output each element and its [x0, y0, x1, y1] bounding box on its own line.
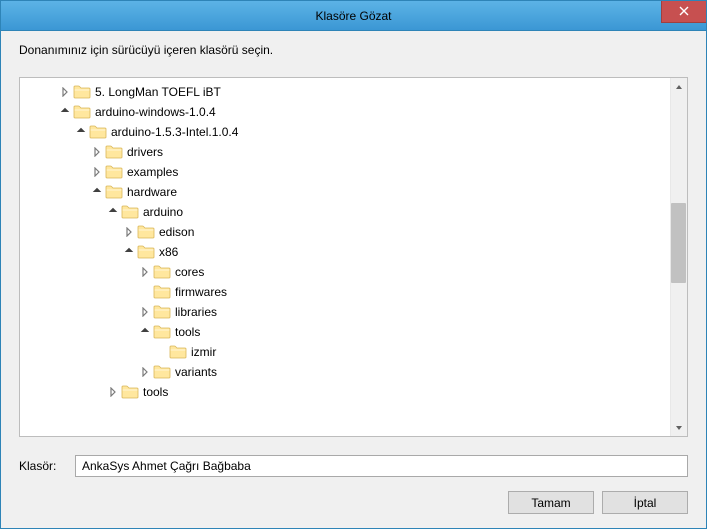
chevron-down-icon[interactable] — [58, 105, 72, 119]
tree-item-label: firmwares — [175, 285, 227, 299]
chevron-down-icon[interactable] — [138, 325, 152, 339]
tree-item-label: edison — [159, 225, 194, 239]
chevron-down-icon[interactable] — [106, 205, 120, 219]
folder-icon — [105, 144, 123, 160]
scrollbar-thumb[interactable] — [671, 203, 686, 283]
tree-item[interactable]: hardware — [22, 182, 687, 202]
cancel-button[interactable]: İptal — [602, 491, 688, 514]
folder-icon — [105, 164, 123, 180]
tree-item-label: tools — [143, 385, 168, 399]
folder-icon — [89, 124, 107, 140]
folder-icon — [153, 284, 171, 300]
chevron-down-icon[interactable] — [74, 125, 88, 139]
tree-item-label: examples — [127, 165, 178, 179]
tree-item-label: cores — [175, 265, 204, 279]
tree-item-label: izmir — [191, 345, 216, 359]
dialog-window: Klasöre Gözat Donanımınız için sürücüyü … — [0, 0, 707, 529]
folder-field-label: Klasör: — [19, 459, 63, 473]
folder-icon — [137, 224, 155, 240]
tree-item-label: arduino-windows-1.0.4 — [95, 105, 216, 119]
chevron-right-icon[interactable] — [138, 265, 152, 279]
close-icon — [679, 4, 689, 19]
tree-item[interactable]: drivers — [22, 142, 687, 162]
tree-item-label: arduino — [143, 205, 183, 219]
tree-item[interactable]: tools — [22, 382, 687, 402]
folder-icon — [105, 184, 123, 200]
tree-item[interactable]: arduino — [22, 202, 687, 222]
chevron-right-icon[interactable] — [138, 365, 152, 379]
tree-item-label: tools — [175, 325, 200, 339]
dialog-body: Donanımınız için sürücüyü içeren klasörü… — [1, 31, 706, 528]
folder-icon — [73, 104, 91, 120]
tree-item-label: arduino-1.5.3-Intel.1.0.4 — [111, 125, 238, 139]
instruction-text: Donanımınız için sürücüyü içeren klasörü… — [19, 43, 688, 57]
tree-item[interactable]: libraries — [22, 302, 687, 322]
expander-spacer — [138, 285, 152, 299]
folder-tree-container: 5. LongMan TOEFL iBT arduino-windows-1.0.… — [19, 77, 688, 437]
tree-item[interactable]: cores — [22, 262, 687, 282]
chevron-down-icon[interactable] — [122, 245, 136, 259]
tree-item-label: hardware — [127, 185, 177, 199]
tree-item[interactable]: variants — [22, 362, 687, 382]
folder-field-row: Klasör: — [19, 455, 688, 477]
chevron-right-icon[interactable] — [138, 305, 152, 319]
folder-icon — [121, 204, 139, 220]
tree-item[interactable]: examples — [22, 162, 687, 182]
folder-icon — [137, 244, 155, 260]
tree-item[interactable]: edison — [22, 222, 687, 242]
chevron-right-icon[interactable] — [106, 385, 120, 399]
scroll-down-arrow-icon[interactable] — [670, 419, 687, 436]
folder-icon — [153, 264, 171, 280]
chevron-down-icon[interactable] — [90, 185, 104, 199]
tree-item-label: variants — [175, 365, 217, 379]
chevron-right-icon[interactable] — [58, 85, 72, 99]
tree-item-label: 5. LongMan TOEFL iBT — [95, 85, 221, 99]
tree-item[interactable]: tools — [22, 322, 687, 342]
scrollbar-track[interactable] — [670, 78, 687, 436]
folder-icon — [73, 84, 91, 100]
expander-spacer — [154, 345, 168, 359]
tree-item-label: drivers — [127, 145, 163, 159]
close-button[interactable] — [661, 1, 706, 23]
chevron-right-icon[interactable] — [90, 165, 104, 179]
tree-item[interactable]: izmir — [22, 342, 687, 362]
folder-input[interactable] — [75, 455, 688, 477]
folder-icon — [169, 344, 187, 360]
titlebar: Klasöre Gözat — [1, 1, 706, 31]
folder-icon — [153, 304, 171, 320]
folder-icon — [153, 324, 171, 340]
tree-item[interactable]: 5. LongMan TOEFL iBT — [22, 82, 687, 102]
tree-item[interactable]: x86 — [22, 242, 687, 262]
tree-item[interactable]: arduino-1.5.3-Intel.1.0.4 — [22, 122, 687, 142]
button-row: Tamam İptal — [19, 491, 688, 514]
folder-icon — [121, 384, 139, 400]
tree-item[interactable]: firmwares — [22, 282, 687, 302]
folder-tree[interactable]: 5. LongMan TOEFL iBT arduino-windows-1.0.… — [20, 78, 687, 436]
window-title: Klasöre Gözat — [1, 9, 706, 23]
chevron-right-icon[interactable] — [122, 225, 136, 239]
tree-item[interactable]: arduino-windows-1.0.4 — [22, 102, 687, 122]
ok-button[interactable]: Tamam — [508, 491, 594, 514]
scroll-up-arrow-icon[interactable] — [670, 78, 687, 95]
tree-item-label: libraries — [175, 305, 217, 319]
folder-icon — [153, 364, 171, 380]
chevron-right-icon[interactable] — [90, 145, 104, 159]
tree-item-label: x86 — [159, 245, 178, 259]
